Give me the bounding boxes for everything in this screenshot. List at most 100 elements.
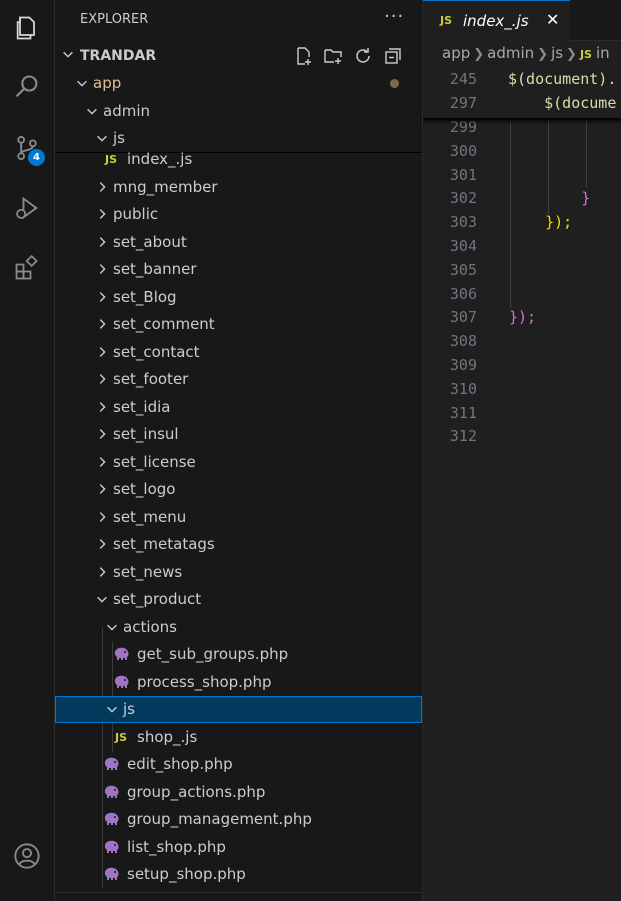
tree-item-label: set_product bbox=[113, 590, 202, 608]
chevron-right-icon bbox=[99, 291, 106, 302]
project-name: TRANDAR bbox=[80, 48, 157, 64]
php-file-icon bbox=[104, 785, 119, 798]
tree-file[interactable]: list_shop.php bbox=[55, 834, 422, 861]
tree-item-label: set_metatags bbox=[113, 535, 215, 553]
breadcrumb-item[interactable]: app bbox=[442, 44, 470, 62]
source-control-icon[interactable] bbox=[0, 124, 54, 172]
collapse-all-icon[interactable] bbox=[382, 45, 404, 67]
chevron-right-icon: ❯ bbox=[566, 47, 577, 62]
js-file-icon: JS bbox=[440, 14, 453, 27]
tree-folder[interactable]: app bbox=[55, 70, 422, 97]
tree-file[interactable]: group_actions.php bbox=[55, 779, 422, 806]
tree-item-label: js bbox=[113, 129, 125, 148]
chevron-right-icon bbox=[99, 181, 106, 192]
tree-folder[interactable]: set_menu bbox=[55, 504, 422, 531]
chevron-down-icon bbox=[87, 108, 97, 115]
breadcrumb: app ❯ admin ❯ js ❯ JS in bbox=[423, 44, 610, 68]
explorer-title: EXPLORER bbox=[80, 12, 149, 27]
tree-file[interactable]: JS shop_.js bbox=[55, 724, 422, 751]
chevron-down-icon bbox=[107, 624, 117, 631]
tree-item-label: mng_member bbox=[113, 177, 218, 196]
tree-item-label: actions bbox=[123, 617, 177, 636]
tree-folder[interactable]: set_product bbox=[55, 586, 422, 613]
tree-item-label: shop_.js bbox=[137, 727, 198, 746]
tree-item-label: set_contact bbox=[113, 342, 200, 361]
run-debug-icon[interactable] bbox=[0, 184, 54, 232]
chevron-right-icon bbox=[99, 209, 106, 219]
tree-item-label: set_news bbox=[113, 562, 183, 581]
breadcrumb-item[interactable]: js bbox=[551, 44, 563, 62]
project-header[interactable]: TRANDAR bbox=[55, 42, 422, 69]
chevron-right-icon bbox=[99, 456, 106, 467]
js-file-icon: JS bbox=[579, 48, 592, 61]
php-file-icon bbox=[104, 840, 119, 853]
sticky-scroll[interactable]: 245 $(document). 297 $(docume bbox=[423, 68, 621, 118]
chevron-down-icon bbox=[97, 135, 107, 142]
editor-tab[interactable]: JS index_.js ✕ bbox=[423, 0, 570, 41]
tree-folder[interactable]: set_footer bbox=[55, 366, 422, 393]
tree-folder[interactable]: set_Blog bbox=[55, 284, 422, 311]
activity-bar: 4 bbox=[0, 0, 55, 901]
tree-folder[interactable]: set_idia bbox=[55, 394, 422, 421]
line-number: 309 bbox=[449, 356, 477, 374]
search-icon[interactable] bbox=[0, 63, 54, 111]
tree-file[interactable]: JS index_.js bbox=[55, 146, 422, 173]
tree-folder[interactable]: mng_member bbox=[55, 174, 422, 201]
tree-item-label: get_sub_groups.php bbox=[137, 645, 289, 663]
line-number: 312 bbox=[449, 427, 477, 446]
new-file-icon[interactable] bbox=[293, 45, 315, 67]
php-file-icon bbox=[114, 675, 129, 688]
tree-file[interactable]: get_sub_groups.php bbox=[55, 641, 422, 668]
tree-folder[interactable]: set_metatags bbox=[55, 531, 422, 558]
tree-folder[interactable]: set_banner bbox=[55, 256, 422, 283]
tree-folder[interactable]: set_news bbox=[55, 559, 422, 586]
extensions-icon[interactable] bbox=[0, 244, 54, 292]
sticky-code-line[interactable]: $(document). bbox=[508, 70, 616, 88]
tree-item-label: set_insul bbox=[113, 425, 179, 443]
line-number: 306 bbox=[449, 284, 477, 303]
sticky-code-line[interactable]: $(docume bbox=[508, 94, 616, 112]
tree-folder[interactable]: set_insul bbox=[55, 421, 422, 448]
tree-folder[interactable]: set_comment bbox=[55, 311, 422, 338]
editor-area: JS index_.js ✕ app ❯ admin ❯ js ❯ JS in 299 300 3… bbox=[423, 0, 621, 901]
tree-item-label: set_footer bbox=[113, 370, 189, 388]
indent-guide bbox=[586, 118, 587, 188]
breadcrumb-item[interactable]: in bbox=[596, 44, 610, 62]
line-number: 311 bbox=[449, 403, 477, 422]
tree-folder[interactable]: actions bbox=[55, 614, 422, 641]
tree-item-label: app bbox=[93, 74, 122, 92]
chevron-right-icon bbox=[99, 236, 106, 247]
new-folder-icon[interactable] bbox=[322, 45, 344, 67]
code-line[interactable]: } bbox=[423, 189, 590, 207]
php-file-icon bbox=[114, 647, 129, 660]
close-icon[interactable]: ✕ bbox=[546, 10, 559, 29]
tree-folder[interactable]: set_license bbox=[55, 449, 422, 476]
breadcrumb-item[interactable]: admin bbox=[487, 44, 534, 62]
tree-file[interactable]: edit_shop.php bbox=[55, 751, 422, 778]
tree-folder[interactable]: set_about bbox=[55, 229, 422, 256]
tree-item-label: set_banner bbox=[113, 260, 197, 278]
account-icon[interactable] bbox=[0, 832, 54, 880]
tab-bar bbox=[570, 0, 621, 41]
line-number: 310 bbox=[449, 379, 477, 398]
tree-item-label: admin bbox=[103, 101, 150, 120]
php-file-icon bbox=[104, 757, 119, 770]
tree-folder[interactable]: public bbox=[55, 201, 422, 228]
tree-folder[interactable]: set_logo bbox=[55, 476, 422, 503]
tree-folder[interactable]: js bbox=[55, 696, 422, 723]
explorer-icon[interactable] bbox=[0, 4, 54, 52]
tree-folder[interactable]: set_contact bbox=[55, 339, 422, 366]
tree-file[interactable]: group_management.php bbox=[55, 806, 422, 833]
php-file-icon bbox=[104, 812, 119, 825]
more-actions-button[interactable]: ··· bbox=[384, 6, 404, 27]
code-line[interactable]: }); bbox=[423, 213, 572, 231]
chevron-right-icon bbox=[99, 539, 106, 549]
tree-folder[interactable]: admin bbox=[55, 98, 422, 125]
code-line[interactable]: }); bbox=[423, 308, 536, 326]
php-file-icon bbox=[104, 867, 119, 880]
tree-file[interactable]: setup_shop.php bbox=[55, 861, 422, 888]
line-number: 299 bbox=[449, 118, 477, 136]
refresh-icon[interactable] bbox=[352, 45, 374, 67]
tree-file[interactable]: process_shop.php bbox=[55, 669, 422, 696]
chevron-right-icon bbox=[99, 401, 106, 412]
